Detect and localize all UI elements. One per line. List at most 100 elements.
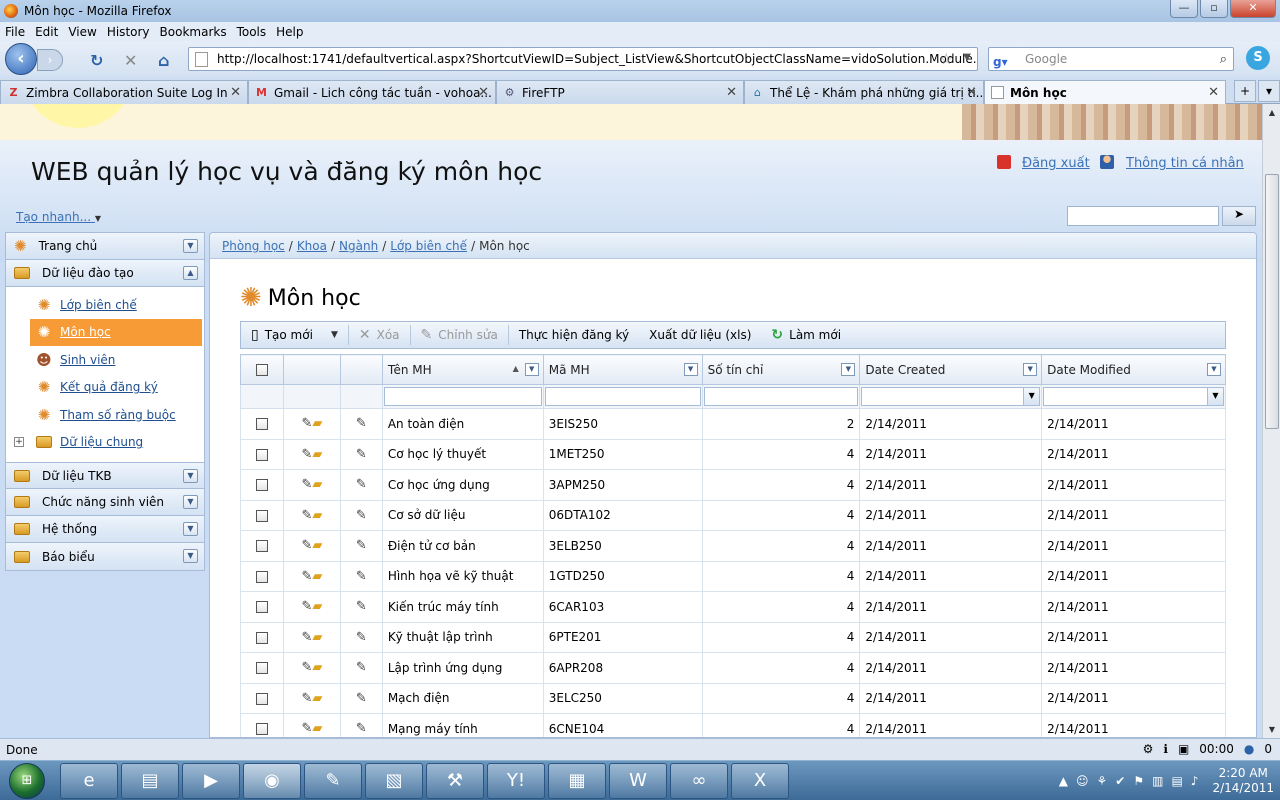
close-tab-icon[interactable]: ✕ [966, 85, 977, 100]
table-row[interactable]: ✎▰ ✎ Cơ học ứng dụng 3APM250 4 2/14/2011 2/14/… [240, 469, 1226, 501]
reload-icon[interactable]: ↻ [90, 51, 103, 70]
sidebar-item-sinh-vien[interactable]: ☻ Sinh viên [6, 346, 204, 374]
sidebar-group-he-thong[interactable]: Hệ thống ▼ [6, 516, 204, 543]
sidebar-item-du-lieu-chung[interactable]: + Dữ liệu chung [6, 429, 204, 457]
firefox-taskbar-icon[interactable]: ◉ [243, 763, 301, 799]
new-button[interactable]: ▯ Tạo mới ▼ [241, 322, 348, 348]
menu-view[interactable]: View [68, 25, 96, 39]
table-row[interactable]: ✎▰ ✎ Cơ sở dữ liệu 06DTA102 4 2/14/2011 2/14/2… [240, 499, 1226, 531]
site-search-button[interactable]: ➤ [1222, 206, 1256, 226]
row-checkbox[interactable] [255, 723, 268, 736]
excel-taskbar-icon[interactable]: X [731, 763, 789, 799]
menu-file[interactable]: File [5, 25, 25, 39]
tab-fireftp[interactable]: ⚙ FireFTP ✕ [496, 80, 744, 104]
edit-icon[interactable]: ✎ [356, 721, 367, 736]
sidebar-group-chuc-nang-sinh-vien[interactable]: Chức năng sinh viên ▼ [6, 489, 204, 516]
menu-help[interactable]: Help [276, 25, 303, 39]
tab-zimbra[interactable]: Z Zimbra Collaboration Suite Log In ✕ [0, 80, 248, 104]
minimize-button[interactable]: — [1170, 0, 1198, 18]
row-checkbox[interactable] [255, 601, 268, 614]
back-button[interactable]: ‹ [5, 43, 37, 75]
edit-new-icon[interactable]: ✎▰ [301, 447, 322, 462]
sidebar-item-ket-qua-dang-ky[interactable]: ✺ Kết quả đăng ký [6, 374, 204, 402]
addon-icon[interactable]: ⚙ [1143, 742, 1154, 756]
row-checkbox[interactable] [255, 570, 268, 583]
breadcrumb-phong-hoc[interactable]: Phòng học [222, 239, 285, 253]
edit-icon[interactable]: ✎ [356, 660, 367, 675]
column-header-date-modified[interactable]: Date Modified ▼ [1041, 354, 1226, 385]
help-icon[interactable]: ● [1244, 742, 1254, 756]
url-dropdown-icon[interactable]: ▼ [963, 52, 971, 63]
filter-dropdown-icon[interactable]: ▼ [1023, 363, 1038, 376]
search-icon[interactable]: ⌕ [1220, 49, 1227, 71]
scroll-down-icon[interactable]: ▼ [1264, 721, 1280, 738]
antivirus-icon[interactable]: ✔ [1115, 774, 1125, 788]
refresh-button[interactable]: ↻ Làm mới [761, 322, 851, 348]
table-row[interactable]: ✎▰ ✎ An toàn điện 3EIS250 2 2/14/2011 2/14/201… [240, 408, 1226, 440]
edit-icon[interactable]: ✎ [356, 569, 367, 584]
table-row[interactable]: ✎▰ ✎ Điện tử cơ bản 3ELB250 4 2/14/2011 2/14/2… [240, 530, 1226, 562]
chevron-down-icon[interactable]: ▼ [1207, 388, 1223, 405]
sidebar-group-du-lieu-dao-tao[interactable]: Dữ liệu đào tạo ▲ [6, 260, 204, 287]
breadcrumb-lop-bien-che[interactable]: Lớp biên chế [390, 239, 467, 253]
ie-taskbar-icon[interactable]: e [60, 763, 118, 799]
table-row[interactable]: ✎▰ ✎ Lập trình ứng dụng 6APR208 4 2/14/2011 2/… [240, 652, 1226, 684]
table-row[interactable]: ✎▰ ✎ Mạng máy tính 6CNE104 4 2/14/2011 2/14/20… [240, 713, 1226, 737]
row-checkbox[interactable] [255, 418, 268, 431]
close-tab-icon[interactable]: ✕ [230, 85, 241, 100]
start-button[interactable]: ⊞ [2, 761, 52, 800]
column-header-ten-mh[interactable]: Tên MH ▲ ▼ [381, 354, 544, 385]
register-button[interactable]: Thực hiện đăng ký [509, 322, 639, 348]
collapse-icon[interactable]: ▲ [183, 266, 198, 280]
table-row[interactable]: ✎▰ ✎ Cơ học lý thuyết 1MET250 4 2/14/2011 2/14… [240, 438, 1226, 470]
vertical-scrollbar[interactable]: ▲ ▼ [1262, 104, 1280, 738]
row-checkbox[interactable] [255, 509, 268, 522]
delete-button[interactable]: ✕ Xóa [349, 322, 410, 348]
edit-icon[interactable]: ✎ [356, 630, 367, 645]
skype-icon[interactable]: S [1246, 46, 1270, 70]
yahoo-messenger-taskbar-icon[interactable]: Y! [487, 763, 545, 799]
edit-new-icon[interactable]: ✎▰ [301, 569, 322, 584]
filter-dropdown-icon[interactable]: ▼ [1207, 363, 1221, 376]
row-checkbox[interactable] [255, 448, 268, 461]
expand-icon[interactable]: ▼ [183, 239, 198, 253]
edit-icon[interactable]: ✎ [356, 538, 367, 553]
edit-icon[interactable]: ✎ [356, 691, 367, 706]
expand-icon[interactable]: ▼ [183, 469, 198, 483]
sidebar-item-tham-so-rang-buoc[interactable]: ✺ Tham số ràng buộc [6, 401, 204, 429]
filter-ma-mh-input[interactable] [544, 387, 701, 406]
network-icon[interactable]: ▣ [1178, 742, 1189, 756]
home-icon[interactable]: ⌂ [158, 51, 169, 70]
maximize-button[interactable]: ▫ [1200, 0, 1228, 18]
tray-expand-icon[interactable]: ▲ [1059, 774, 1068, 788]
edit-new-icon[interactable]: ✎▰ [301, 416, 322, 431]
edit-icon[interactable]: ✎ [356, 447, 367, 462]
menu-bookmarks[interactable]: Bookmarks [160, 25, 227, 39]
column-header-ma-mh[interactable]: Mã MH ▼ [542, 354, 703, 385]
edit-icon[interactable]: ✎ [356, 477, 367, 492]
edit-new-icon[interactable]: ✎▰ [301, 721, 322, 736]
filter-dropdown-icon[interactable]: ▼ [524, 363, 539, 376]
sidebar-group-du-lieu-tkb[interactable]: Dữ liệu TKB ▼ [6, 462, 204, 489]
expand-plus-icon[interactable]: + [14, 436, 24, 447]
monitor-taskbar-icon[interactable]: ▦ [548, 763, 606, 799]
tray-app-icon[interactable]: ⚘ [1097, 774, 1108, 788]
edit-icon[interactable]: ✎ [356, 416, 367, 431]
tab-the-le[interactable]: ⌂ Thể Lệ - Khám phá những giá trị ti... … [744, 80, 984, 104]
edit-new-icon[interactable]: ✎▰ [301, 630, 322, 645]
edit-new-icon[interactable]: ✎▰ [301, 660, 322, 675]
filter-date-modified-input[interactable]: ▼ [1043, 387, 1224, 406]
tab-gmail[interactable]: M Gmail - Lich công tác tuần - vohoa... … [248, 80, 496, 104]
expand-icon[interactable]: ▼ [183, 522, 198, 536]
close-tab-icon[interactable]: ✕ [1208, 85, 1219, 100]
web-search-input[interactable]: g▾ Google ⌕ [988, 47, 1234, 71]
menu-edit[interactable]: Edit [35, 25, 58, 39]
device-icon[interactable]: ▥ [1152, 774, 1163, 788]
flag-icon[interactable]: ⚑ [1133, 774, 1144, 788]
filter-dropdown-icon[interactable]: ▼ [683, 363, 698, 376]
edit-button[interactable]: ✎ Chỉnh sửa [411, 322, 508, 348]
clock[interactable]: 2:20 AM 2/14/2011 [1212, 766, 1274, 796]
sidebar-item-mon-hoc[interactable]: ✺ Môn học [30, 318, 202, 346]
forward-button[interactable]: › [37, 49, 63, 71]
filter-date-created-input[interactable]: ▼ [861, 387, 1041, 406]
